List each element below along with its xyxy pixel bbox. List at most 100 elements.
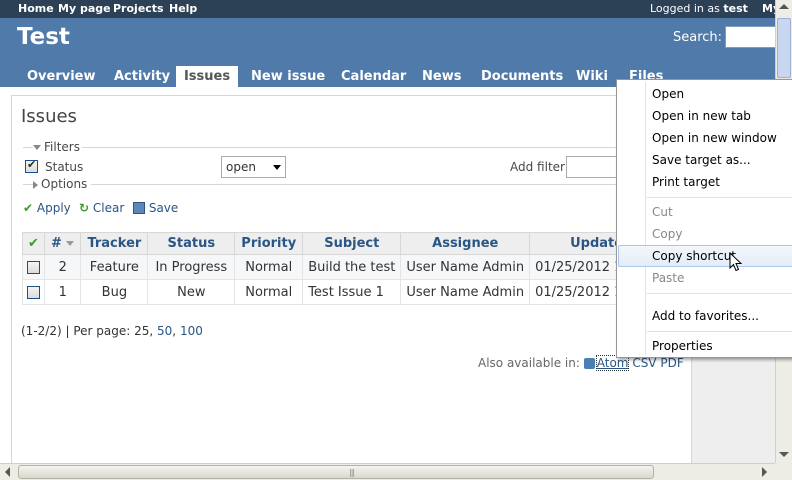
save-label: Save [148, 201, 179, 215]
context-menu-print-target[interactable]: Print target [618, 171, 792, 193]
top-menu-my-page[interactable]: My page [58, 2, 111, 15]
logged-in-prefix: Logged in as [650, 2, 720, 15]
reload-icon: ↻ [79, 201, 90, 215]
issue-subject[interactable]: Test Issue 1 [302, 279, 402, 305]
tab-documents[interactable]: Documents [473, 66, 571, 87]
column-updated[interactable]: Update [529, 232, 631, 255]
other-formats: Also available in: Atom CSV PDF [478, 355, 684, 371]
top-menu-help[interactable]: Help [169, 2, 197, 15]
top-menu-projects[interactable]: Projects [113, 2, 164, 15]
sort-desc-icon [66, 241, 75, 246]
horizontal-scroll-thumb[interactable]: ||| [18, 465, 654, 479]
project-title: Test [17, 24, 70, 50]
horizontal-scrollbar[interactable]: ||| [0, 463, 775, 480]
row-select-cell [22, 279, 45, 305]
issue-assignee[interactable]: User Name Admin [400, 254, 531, 280]
context-menu-separator [647, 331, 792, 332]
scroll-left-icon[interactable] [5, 467, 10, 477]
feed-icon [583, 358, 595, 369]
options-legend[interactable]: Options [33, 177, 92, 191]
apply-label: Apply [36, 201, 71, 215]
tab-activity[interactable]: Activity [106, 66, 178, 87]
tab-overview[interactable]: Overview [19, 66, 104, 87]
apply-button[interactable]: ✔ Apply [23, 201, 71, 215]
issue-priority: Normal [234, 279, 304, 305]
filters-border-left [23, 147, 33, 148]
issue-subject[interactable]: Build the test [302, 254, 402, 280]
context-menu-copy-shortcut[interactable]: Copy shortcut [618, 245, 792, 267]
top-menu-home[interactable]: Home [18, 2, 54, 15]
csv-link[interactable]: CSV [632, 356, 656, 370]
table-row[interactable]: 2 Feature In Progress Normal Build the t… [22, 254, 631, 280]
header: Test Search: Overview Activity Issues Ne… [0, 18, 785, 87]
issue-priority: Normal [234, 254, 304, 280]
row-select-cell [22, 254, 45, 280]
grip-icon: ||| [349, 468, 355, 477]
context-menu-open-new-window[interactable]: Open in new window [618, 127, 792, 149]
column-status[interactable]: Status [147, 232, 236, 255]
row-checkbox[interactable] [27, 285, 40, 299]
context-menu-properties[interactable]: Properties [618, 335, 792, 357]
collapse-icon [33, 145, 41, 150]
context-menu-add-favorites[interactable]: Add to favorites... [618, 305, 792, 327]
tab-new-issue[interactable]: New issue [243, 66, 333, 87]
clear-button[interactable]: ↻ Clear [79, 201, 124, 215]
expand-icon [33, 180, 38, 189]
atom-link[interactable]: Atom [595, 355, 630, 371]
tab-wiki[interactable]: Wiki [568, 66, 616, 87]
checkmark-icon: ✔ [28, 236, 39, 251]
tab-calendar[interactable]: Calendar [333, 66, 414, 87]
pagination: (1-2/2) | Per page: 25, 50, 100 [21, 324, 203, 338]
top-menu: Home My page Projects Help Logged in as … [0, 0, 780, 18]
column-id[interactable]: # [43, 232, 82, 255]
per-page-100[interactable]: 100 [180, 324, 203, 338]
column-id-label: # [51, 236, 62, 251]
issue-assignee[interactable]: User Name Admin [400, 279, 531, 305]
column-tracker[interactable]: Tracker [80, 232, 149, 255]
add-filter-label: Add filter [510, 160, 565, 174]
pdf-link[interactable]: PDF [660, 356, 683, 370]
column-subject[interactable]: Subject [302, 232, 402, 255]
pagination-summary: (1-2/2) | Per page: [21, 324, 131, 338]
scroll-up-icon[interactable] [779, 4, 789, 9]
status-filter-label: Status [45, 160, 84, 174]
scroll-down-icon[interactable] [779, 452, 789, 457]
per-page-50[interactable]: 50 [157, 324, 172, 338]
issue-status: In Progress [147, 254, 236, 280]
tab-issues[interactable]: Issues [176, 66, 238, 87]
search-label: Search: [673, 30, 723, 45]
logged-in-user[interactable]: test [723, 2, 748, 15]
other-formats-label: Also available in: [478, 356, 580, 370]
issue-tracker: Feature [80, 254, 149, 280]
table-header-row: ✔ # Tracker Status Priority Subject Assi… [22, 232, 631, 255]
options-border [23, 184, 643, 185]
status-operator-select[interactable]: open [221, 156, 286, 178]
issue-tracker: Bug [80, 279, 149, 305]
filters-border-right [82, 147, 642, 148]
scroll-right-icon[interactable] [762, 467, 767, 477]
vertical-scroll-thumb[interactable] [777, 18, 791, 78]
tab-news[interactable]: News [414, 66, 469, 87]
save-button[interactable]: Save [133, 201, 178, 215]
logged-in-status: Logged in as test [650, 2, 748, 15]
row-checkbox[interactable] [27, 260, 40, 274]
column-assignee[interactable]: Assignee [400, 232, 531, 255]
table-row[interactable]: 1 Bug New Normal Test Issue 1 User Name … [22, 279, 631, 305]
context-menu-paste[interactable]: Paste [618, 267, 792, 289]
per-page-25[interactable]: 25 [134, 324, 149, 338]
filters-legend[interactable]: Filters [33, 140, 80, 154]
column-priority[interactable]: Priority [234, 232, 304, 255]
checkmark-icon: ✔ [23, 201, 34, 215]
save-icon [133, 202, 145, 214]
context-menu-cut[interactable]: Cut [618, 201, 792, 223]
context-menu: Open Open in new tab Open in new window … [616, 79, 792, 358]
issue-id[interactable]: 2 [43, 254, 82, 280]
issue-id[interactable]: 1 [43, 279, 82, 305]
context-menu-open-new-tab[interactable]: Open in new tab [618, 105, 792, 127]
context-menu-copy[interactable]: Copy [618, 223, 792, 245]
filters-legend-label: Filters [44, 140, 80, 154]
context-menu-save-target[interactable]: Save target as... [618, 149, 792, 171]
context-menu-open[interactable]: Open [618, 83, 792, 105]
status-filter-checkbox[interactable] [25, 158, 38, 173]
toggle-all-header[interactable]: ✔ [22, 232, 45, 255]
